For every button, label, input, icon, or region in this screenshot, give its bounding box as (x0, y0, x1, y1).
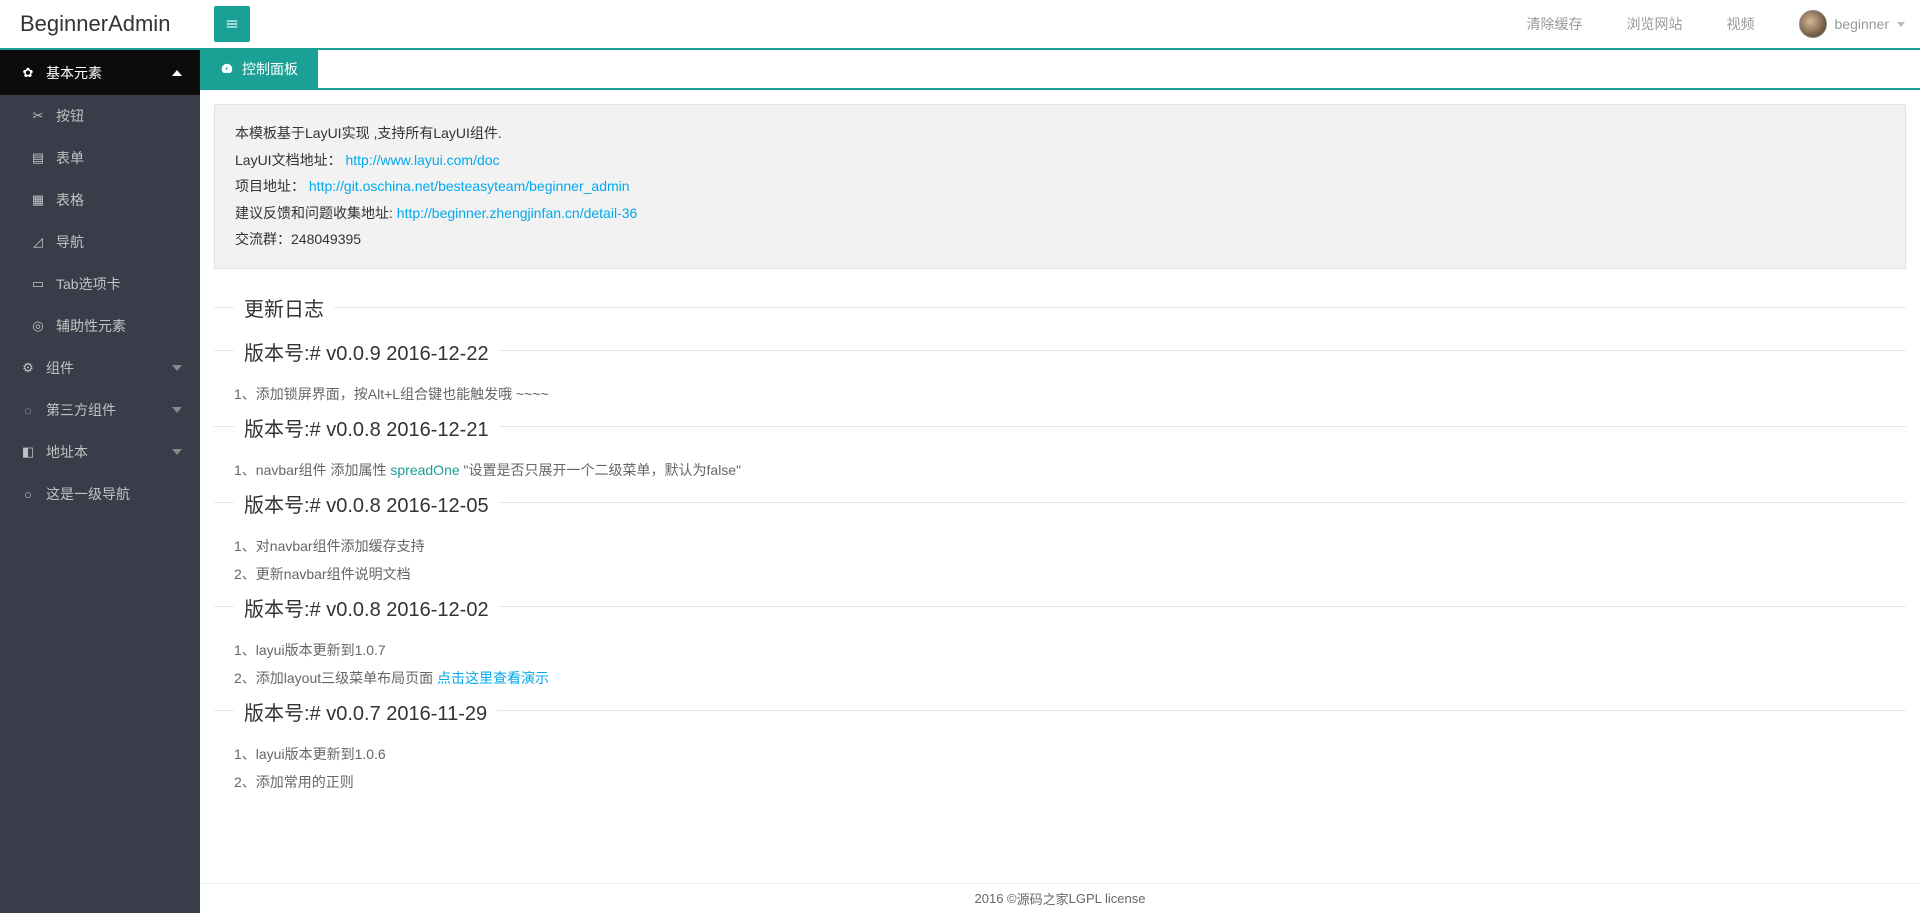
book-icon: ◧ (20, 444, 36, 460)
notice-line: 交流群：248049395 (235, 226, 1885, 253)
notice-line: LayUI文档地址： http://www.layui.com/doc (235, 147, 1885, 174)
sidebar-group-basic-elements[interactable]: ✿ 基本元素 (0, 50, 200, 95)
sidebar-item-table[interactable]: ▦ 表格 (0, 179, 200, 221)
tabs-icon: ▭ (30, 276, 46, 292)
sidebar-group-label: 基本元素 (46, 63, 102, 83)
footer-site-link[interactable]: 源码之家 (1017, 889, 1069, 908)
version-list: 1、layui版本更新到1.0.72、添加layout三级菜单布局页面 点击这里… (214, 636, 1906, 692)
version-title: 版本号:# v0.0.7 2016-11-29 (234, 697, 497, 726)
tab-label: 控制面板 (242, 59, 298, 79)
username: beginner (1835, 16, 1890, 32)
form-icon: ▤ (30, 150, 46, 166)
changelog-version: 版本号:# v0.0.7 2016-11-291、layui版本更新到1.0.6… (214, 710, 1906, 796)
content-area: 本模板基于LayUI实现 ,支持所有LayUI组件. LayUI文档地址： ht… (200, 90, 1920, 883)
sidebar-item-nav[interactable]: ◿ 导航 (0, 221, 200, 263)
changelog-version: 版本号:# v0.0.8 2016-12-211、navbar组件 添加属性 s… (214, 426, 1906, 484)
notice-link-project[interactable]: http://git.oschina.net/besteasyteam/begi… (309, 178, 630, 194)
aux-icon: ◎ (30, 318, 46, 334)
demo-link[interactable]: 点击这里查看演示 (437, 670, 549, 686)
version-item: 1、navbar组件 添加属性 spreadOne "设置是否只展开一个二级菜单… (234, 456, 1906, 484)
chevron-down-icon (172, 365, 182, 371)
avatar (1799, 10, 1827, 38)
footer: 2016 © 源码之家 LGPL license (200, 883, 1920, 913)
version-item: 1、对navbar组件添加缓存支持 (234, 532, 1906, 560)
notice-line: 建议反馈和问题收集地址: http://beginner.zhengjinfan… (235, 200, 1885, 227)
changelog-version: 版本号:# v0.0.8 2016-12-051、对navbar组件添加缓存支持… (214, 502, 1906, 588)
sidebar-group-label: 这是一级导航 (46, 484, 130, 504)
version-list: 1、对navbar组件添加缓存支持2、更新navbar组件说明文档 (214, 532, 1906, 588)
notice-link-docs[interactable]: http://www.layui.com/doc (345, 152, 499, 168)
sidebar-group-label: 地址本 (46, 442, 88, 462)
hamburger-icon (225, 17, 239, 31)
sidebar-item-label: Tab选项卡 (56, 274, 121, 294)
header-link-video[interactable]: 视频 (1727, 14, 1755, 34)
sidebar-group-address-book[interactable]: ◧ 地址本 (0, 431, 200, 473)
tab-bar: 控制面板 (200, 50, 1920, 90)
version-item: 1、添加锁屏界面，按Alt+L组合键也能触发哦 ~~~~ (234, 380, 1906, 408)
chevron-down-icon (172, 407, 182, 413)
table-icon: ▦ (30, 192, 46, 208)
sidebar-item-form[interactable]: ▤ 表单 (0, 137, 200, 179)
reload-icon: ◌ (20, 403, 36, 418)
version-title: 版本号:# v0.0.8 2016-12-02 (234, 593, 499, 622)
user-menu[interactable]: beginner (1799, 10, 1906, 38)
changelog-version: 版本号:# v0.0.9 2016-12-221、添加锁屏界面，按Alt+L组合… (214, 350, 1906, 408)
version-item: 2、添加layout三级菜单布局页面 点击这里查看演示 (234, 664, 1906, 692)
circle-icon: ○ (20, 487, 36, 502)
header-link-clear-cache[interactable]: 清除缓存 (1527, 14, 1583, 34)
highlight-text: spreadOne (390, 462, 459, 478)
sidebar-item-button[interactable]: ✂ 按钮 (0, 95, 200, 137)
sidebar: ✿ 基本元素 ✂ 按钮 ▤ 表单 ▦ 表格 ◿ 导航 ▭ Tab选 (0, 50, 200, 913)
version-title: 版本号:# v0.0.8 2016-12-21 (234, 413, 499, 442)
chevron-down-icon (1897, 22, 1905, 27)
cogs-icon: ⚙ (20, 360, 36, 376)
sidebar-item-tabs[interactable]: ▭ Tab选项卡 (0, 263, 200, 305)
version-list: 1、layui版本更新到1.0.62、添加常用的正则 (214, 740, 1906, 796)
notice-line: 本模板基于LayUI实现 ,支持所有LayUI组件. (235, 120, 1885, 147)
version-list: 1、添加锁屏界面，按Alt+L组合键也能触发哦 ~~~~ (214, 380, 1906, 408)
version-item: 1、layui版本更新到1.0.6 (234, 740, 1906, 768)
sidebar-item-label: 表格 (56, 190, 84, 210)
dashboard-icon (220, 62, 234, 76)
sidebar-group-level1-nav[interactable]: ○ 这是一级导航 (0, 473, 200, 515)
changelog-fieldset: 更新日志 (214, 293, 1906, 332)
header: BeginnerAdmin 清除缓存 浏览网站 视频 beginner (0, 0, 1920, 50)
logo: BeginnerAdmin (0, 11, 200, 37)
sidebar-group-label: 第三方组件 (46, 400, 116, 420)
sidebar-group-third-party[interactable]: ◌ 第三方组件 (0, 389, 200, 431)
notice-box: 本模板基于LayUI实现 ,支持所有LayUI组件. LayUI文档地址： ht… (214, 104, 1906, 269)
nav-icon: ◿ (30, 234, 46, 250)
version-item: 1、layui版本更新到1.0.7 (234, 636, 1906, 664)
sidebar-group-label: 组件 (46, 358, 74, 378)
sidebar-item-label: 表单 (56, 148, 84, 168)
sidebar-group-components[interactable]: ⚙ 组件 (0, 347, 200, 389)
version-title: 版本号:# v0.0.9 2016-12-22 (234, 337, 499, 366)
version-title: 版本号:# v0.0.8 2016-12-05 (234, 489, 499, 518)
tab-dashboard[interactable]: 控制面板 (200, 50, 318, 88)
notice-line: 项目地址： http://git.oschina.net/besteasytea… (235, 173, 1885, 200)
sidebar-item-label: 导航 (56, 232, 84, 252)
changelog-title: 更新日志 (234, 293, 334, 322)
share-icon: ✂ (30, 108, 46, 124)
cubes-icon: ✿ (20, 65, 36, 81)
sidebar-item-auxiliary[interactable]: ◎ 辅助性元素 (0, 305, 200, 347)
version-list: 1、navbar组件 添加属性 spreadOne "设置是否只展开一个二级菜单… (214, 456, 1906, 484)
version-item: 2、添加常用的正则 (234, 768, 1906, 796)
sidebar-toggle-button[interactable] (214, 6, 250, 42)
sidebar-item-label: 按钮 (56, 106, 84, 126)
main: 控制面板 本模板基于LayUI实现 ,支持所有LayUI组件. LayUI文档地… (200, 50, 1920, 913)
notice-link-feedback[interactable]: http://beginner.zhengjinfan.cn/detail-36 (397, 205, 638, 221)
header-link-browse-site[interactable]: 浏览网站 (1627, 14, 1683, 34)
version-item: 2、更新navbar组件说明文档 (234, 560, 1906, 588)
chevron-up-icon (172, 70, 182, 76)
chevron-down-icon (172, 449, 182, 455)
changelog-version: 版本号:# v0.0.8 2016-12-021、layui版本更新到1.0.7… (214, 606, 1906, 692)
sidebar-item-label: 辅助性元素 (56, 316, 126, 336)
